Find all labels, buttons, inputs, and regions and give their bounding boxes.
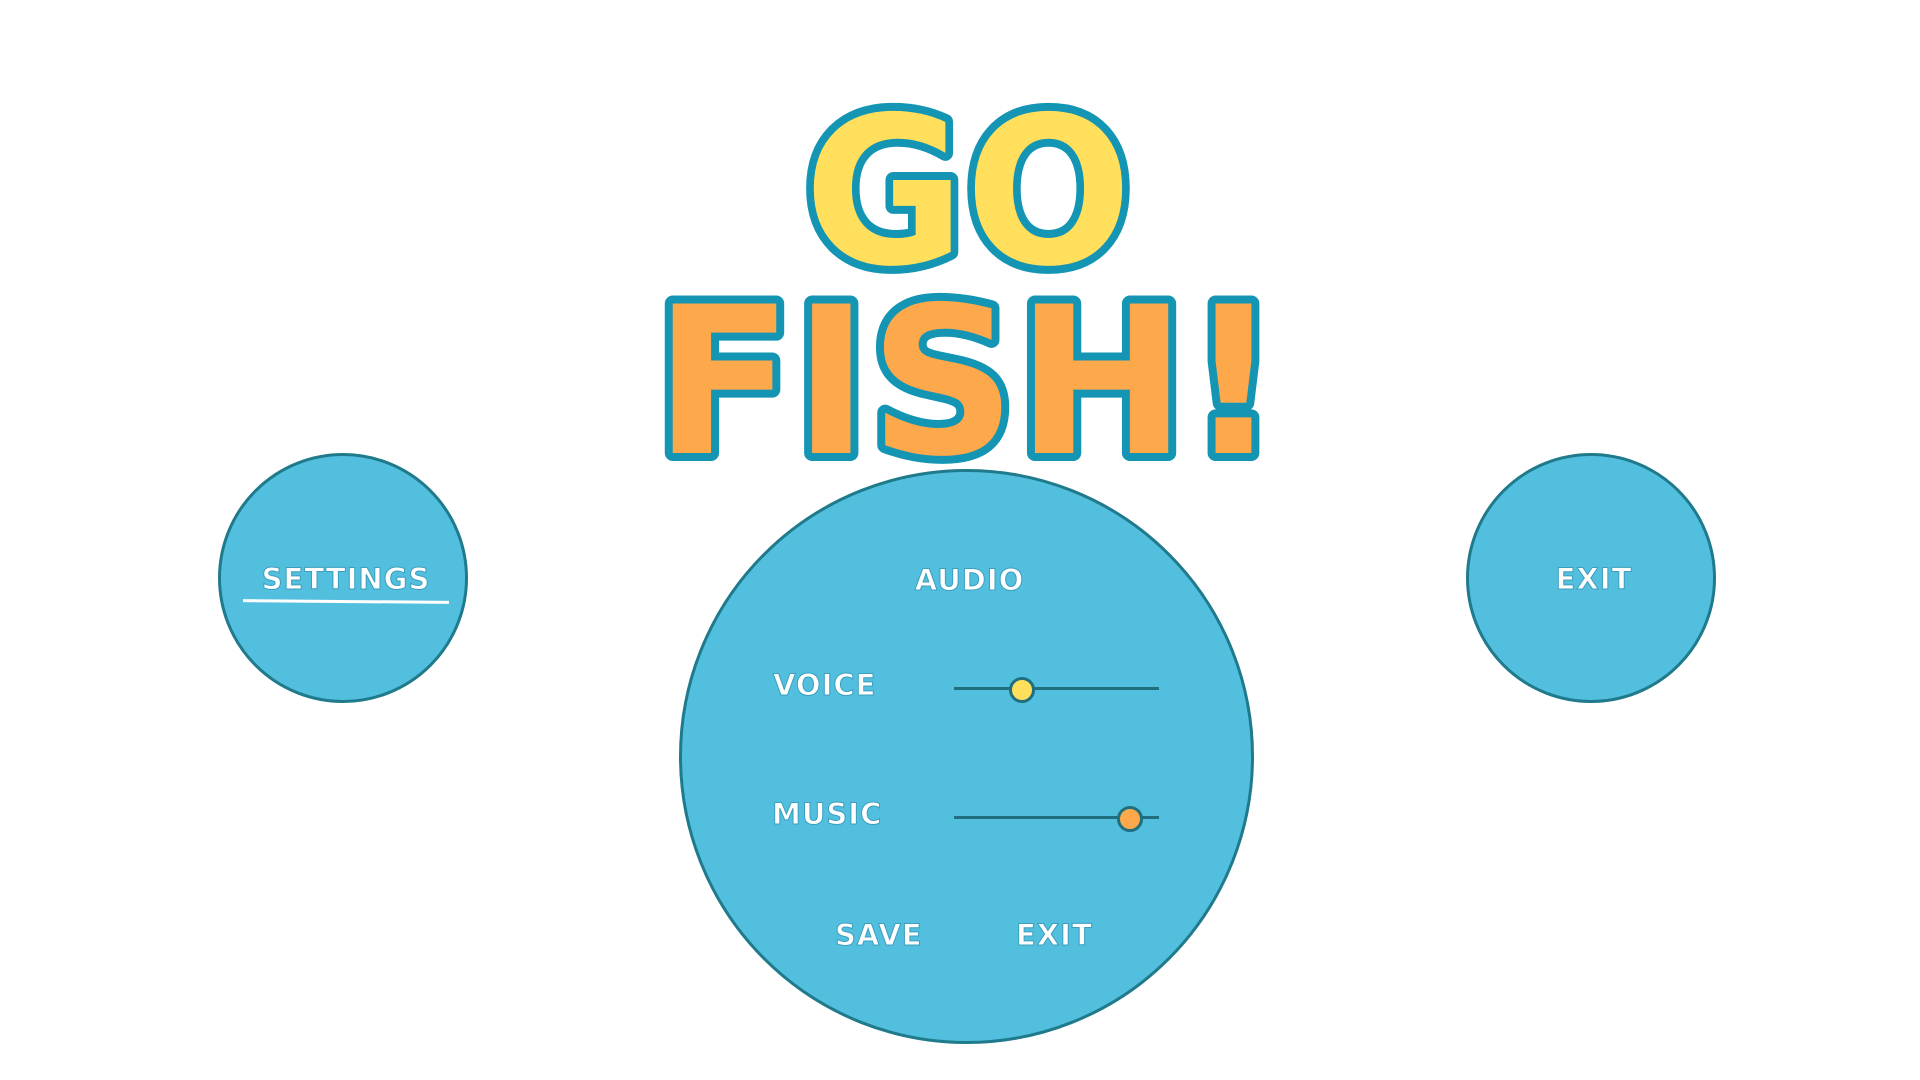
exit-game-button[interactable]: EXIT <box>1466 453 1716 703</box>
save-button[interactable]: SAVE <box>835 918 923 953</box>
music-slider-thumb[interactable] <box>1117 806 1144 832</box>
voice-label: VOICE <box>772 668 877 703</box>
main-menu-screen: GO FISH! SETTINGS EXIT AUDIO VOICE MUSIC… <box>0 0 1920 1080</box>
settings-label: SETTINGS <box>261 562 431 597</box>
voice-slider-thumb[interactable] <box>1008 677 1035 703</box>
voice-slider-track <box>954 687 1159 690</box>
title-line-fish: FISH! <box>654 264 1280 480</box>
music-volume-slider[interactable] <box>954 806 1159 832</box>
exit-game-label: EXIT <box>1555 562 1633 597</box>
panel-exit-button[interactable]: EXIT <box>1016 918 1093 953</box>
settings-button[interactable]: SETTINGS <box>218 453 468 703</box>
game-title-logo: GO FISH! <box>646 66 1288 480</box>
audio-heading: AUDIO <box>914 563 1025 598</box>
music-label: MUSIC <box>771 797 883 832</box>
settings-active-underline <box>242 599 450 604</box>
voice-volume-slider[interactable] <box>954 677 1159 703</box>
audio-settings-panel: AUDIO VOICE MUSIC SAVE EXIT <box>679 469 1254 1044</box>
